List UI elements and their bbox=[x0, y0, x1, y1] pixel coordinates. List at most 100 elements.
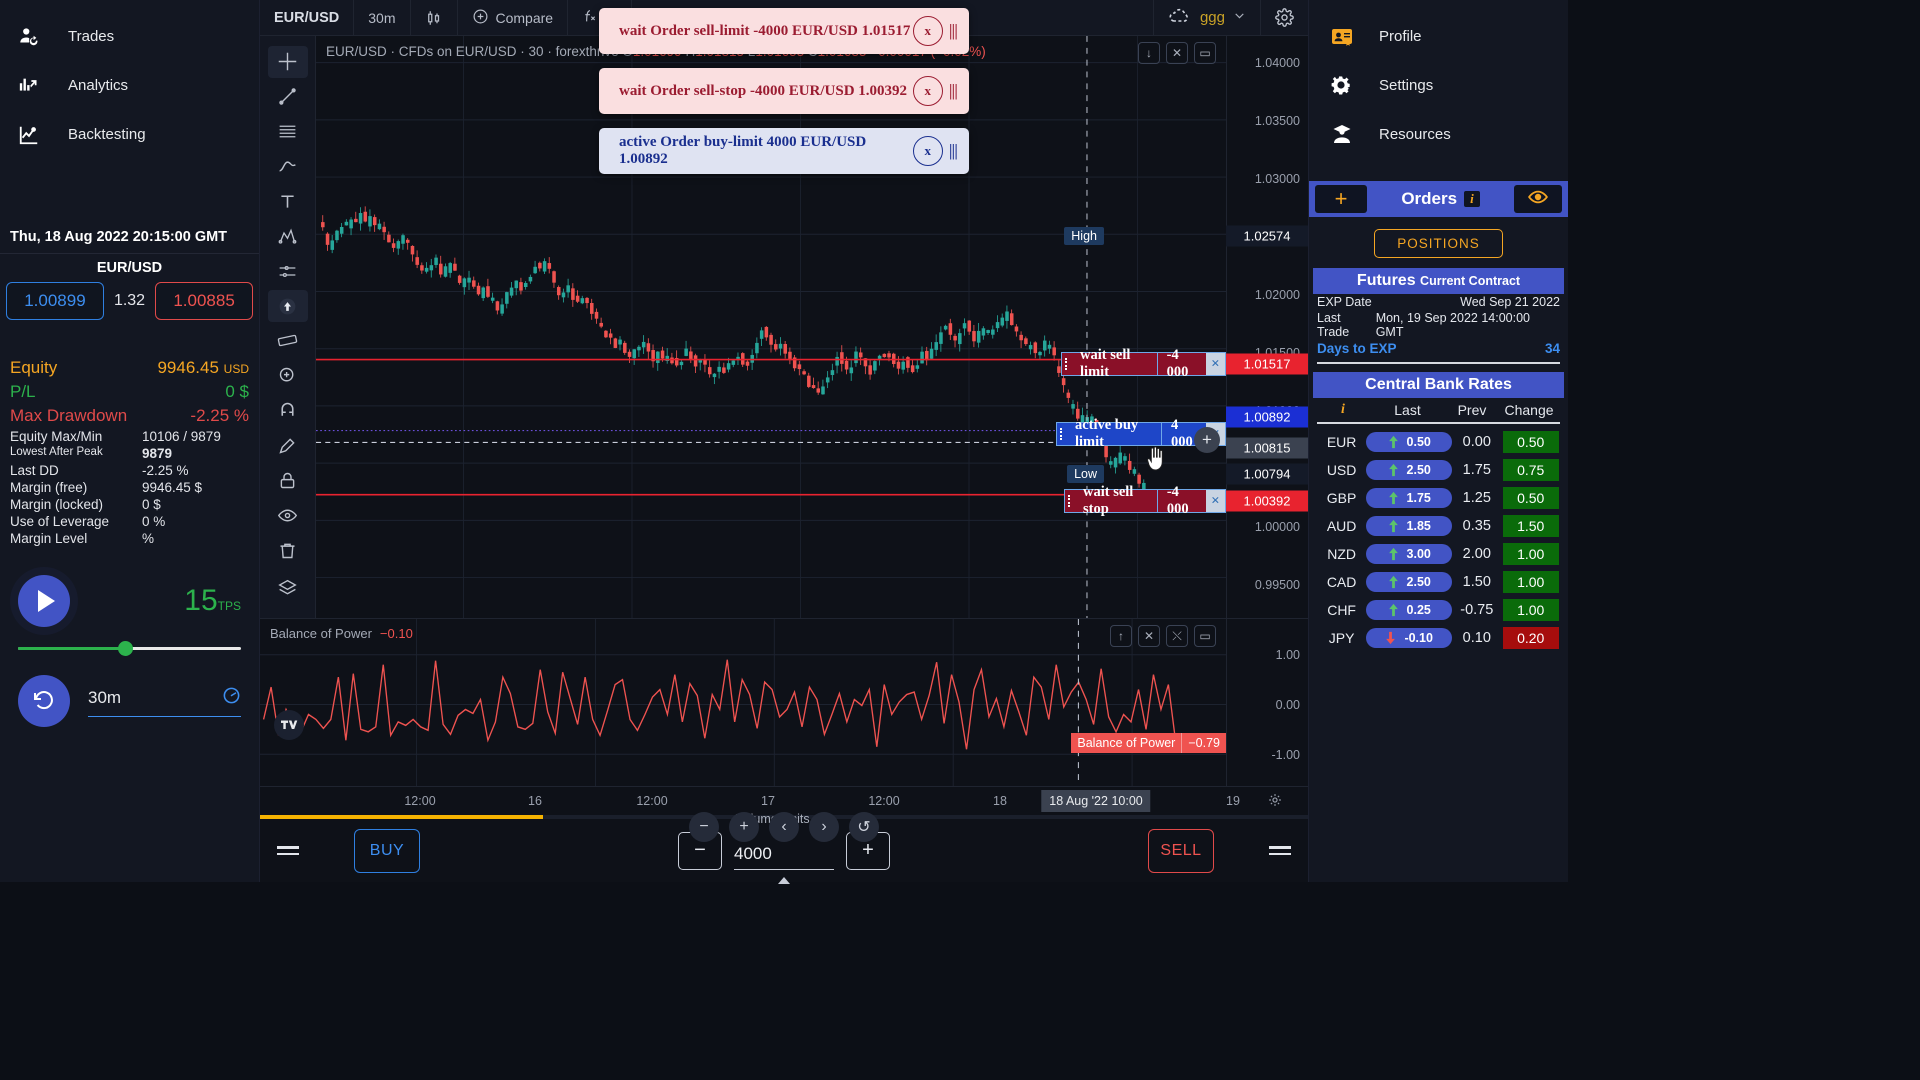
column-change: Change bbox=[1504, 402, 1554, 418]
sidebar-item-resources[interactable]: Resources bbox=[1309, 110, 1568, 159]
collapse-icon[interactable]: ⤬ bbox=[1166, 625, 1188, 647]
arrow-up-tool-icon[interactable] bbox=[267, 290, 308, 322]
drag-handle-icon[interactable] bbox=[1062, 353, 1070, 375]
positions-button[interactable]: POSITIONS bbox=[1374, 229, 1503, 258]
toolbar-right: ggg bbox=[1152, 0, 1308, 36]
legend-interval: 30 bbox=[528, 44, 544, 59]
compare-button[interactable]: Compare bbox=[458, 0, 569, 36]
tradingview-logo[interactable] bbox=[274, 710, 304, 740]
left-menu-icon[interactable] bbox=[260, 846, 316, 855]
time-axis-settings-icon[interactable] bbox=[1268, 793, 1282, 812]
drag-handle-icon[interactable] bbox=[1057, 423, 1065, 445]
cancel-order-icon[interactable]: × bbox=[1205, 490, 1225, 512]
toolbar-symbol[interactable]: EUR/USD bbox=[260, 0, 355, 36]
scroll-left-button[interactable]: ‹ bbox=[769, 812, 799, 842]
measure-tool-icon[interactable] bbox=[268, 325, 308, 357]
price-tick: 1.02000 bbox=[1254, 288, 1300, 302]
toggle-orders-visibility-button[interactable] bbox=[1514, 185, 1562, 213]
crosshair-tool-icon[interactable] bbox=[267, 46, 308, 78]
magnet-tool-icon[interactable] bbox=[268, 395, 308, 427]
right-menu-icon[interactable] bbox=[1252, 846, 1308, 855]
last-rate-cell: 3.00 bbox=[1366, 543, 1453, 564]
patterns-tool-icon[interactable] bbox=[268, 220, 308, 252]
drag-handle-icon[interactable]: ||| bbox=[949, 21, 958, 41]
toast-text: active Order buy-limit 4000 EUR/USD 1.00… bbox=[619, 134, 867, 167]
equity-value: 9946.45 USD bbox=[157, 358, 249, 377]
trading-app: Trades Analytics Backtesting Thu, 18 Aug… bbox=[0, 0, 1568, 884]
drawing-toolbar bbox=[260, 36, 316, 618]
ask-price[interactable]: 1.00885 bbox=[155, 282, 254, 320]
line-chart-icon bbox=[12, 124, 46, 146]
sidebar-item-profile[interactable]: Profile bbox=[1309, 12, 1568, 61]
bid-price[interactable]: 1.00899 bbox=[5, 282, 104, 320]
order-tag-sell-stop[interactable]: wait sell stop -4 000 × bbox=[1064, 484, 1226, 517]
buy-button[interactable]: BUY bbox=[354, 828, 420, 873]
brush-tool-icon[interactable] bbox=[268, 151, 308, 183]
prev-rate-cell: 1.25 bbox=[1462, 489, 1491, 506]
hide-indicator-icon[interactable]: ✕ bbox=[1138, 625, 1160, 647]
volume-input[interactable] bbox=[734, 843, 834, 870]
maximize-pane-icon[interactable]: ▭ bbox=[1194, 625, 1216, 647]
balance-of-power-plot[interactable]: Balance of Power −0.10 ↑ ✕ ⤬ ▭ Balance o… bbox=[260, 619, 1226, 786]
arrow-up-icon bbox=[1388, 547, 1398, 560]
reset-button[interactable] bbox=[18, 675, 70, 727]
zoom-in-button[interactable]: + bbox=[729, 812, 759, 842]
sidebar-item-label: Trades bbox=[68, 28, 115, 45]
close-icon[interactable]: x bbox=[912, 16, 943, 46]
reset-chart-button[interactable]: ↺ bbox=[849, 812, 879, 842]
drag-handle-icon[interactable]: ||| bbox=[949, 81, 958, 101]
spread-value: 1.32 bbox=[113, 292, 146, 309]
forecast-tool-icon[interactable] bbox=[268, 255, 308, 287]
trend-line-tool-icon[interactable] bbox=[268, 81, 308, 113]
add-order-handle[interactable]: + bbox=[1194, 427, 1220, 453]
play-button[interactable] bbox=[18, 575, 70, 627]
drag-handle-icon[interactable]: ||| bbox=[949, 141, 958, 161]
zoom-tool-icon[interactable] bbox=[268, 360, 308, 392]
slider-thumb[interactable] bbox=[118, 641, 133, 656]
user-menu[interactable]: ggg bbox=[1152, 0, 1260, 36]
timeframe-selector[interactable]: 30m bbox=[88, 686, 241, 717]
add-order-button[interactable]: + bbox=[1315, 185, 1367, 213]
last-rate-cell: 2.50 bbox=[1366, 571, 1453, 592]
quote-row: 1.00899 1.32 1.00885 bbox=[0, 280, 259, 320]
sidebar-item-trades[interactable]: Trades bbox=[0, 12, 259, 61]
futures-exp-date-value: Wed Sep 21 2022 bbox=[1460, 295, 1560, 309]
cancel-order-icon[interactable]: × bbox=[1205, 353, 1225, 375]
candlestick-icon[interactable] bbox=[411, 0, 458, 36]
futures-last-trade-value: Mon, 19 Sep 2022 14:00:00 GMT bbox=[1375, 311, 1530, 339]
drag-handle-icon[interactable] bbox=[1065, 490, 1073, 512]
fib-retracement-tool-icon[interactable] bbox=[268, 116, 308, 148]
lock-tool-icon[interactable] bbox=[268, 465, 308, 497]
order-tag-sell-limit[interactable]: wait sell limit -4 000 × bbox=[1061, 347, 1226, 380]
notification-stack: wait Order sell-limit -4000 EUR/USD 1.01… bbox=[599, 8, 969, 174]
hide-drawings-icon[interactable] bbox=[268, 499, 308, 531]
collapse-icon[interactable]: ✕ bbox=[1166, 42, 1188, 64]
stay-in-drawing-mode-icon[interactable] bbox=[268, 430, 308, 462]
layers-icon[interactable] bbox=[268, 572, 308, 604]
price-badge-current: 1.00815 bbox=[1226, 437, 1308, 459]
speed-slider[interactable] bbox=[0, 627, 259, 656]
indicator-scale[interactable]: 1.00 0.00 -1.00 bbox=[1226, 619, 1308, 786]
text-tool-icon[interactable] bbox=[268, 186, 308, 218]
sidebar-item-analytics[interactable]: Analytics bbox=[0, 61, 259, 110]
move-up-icon[interactable]: ↑ bbox=[1110, 625, 1132, 647]
sidebar-item-backtesting[interactable]: Backtesting bbox=[0, 110, 259, 159]
equity-label: Equity bbox=[10, 358, 58, 377]
settings-gear-button[interactable] bbox=[1260, 0, 1308, 36]
price-scale[interactable]: 1.04000 1.03500 1.03000 1.02500 1.02000 … bbox=[1226, 36, 1308, 618]
info-icon[interactable]: i bbox=[1464, 191, 1480, 207]
info-icon[interactable]: i bbox=[1317, 402, 1369, 418]
divider bbox=[1317, 422, 1560, 424]
move-down-icon[interactable]: ↓ bbox=[1138, 42, 1160, 64]
maximize-pane-icon[interactable]: ▭ bbox=[1194, 42, 1216, 64]
close-icon[interactable]: x bbox=[912, 136, 943, 166]
toolbar-interval[interactable]: 30m bbox=[354, 0, 411, 36]
sidebar-item-settings[interactable]: Settings bbox=[1309, 61, 1568, 110]
pl-value: 0 $ bbox=[225, 382, 249, 401]
sell-button[interactable]: SELL bbox=[1148, 828, 1214, 873]
zoom-out-button[interactable]: − bbox=[689, 812, 719, 842]
close-icon[interactable]: x bbox=[912, 76, 943, 106]
remove-drawings-icon[interactable] bbox=[268, 534, 308, 566]
scroll-right-button[interactable]: › bbox=[809, 812, 839, 842]
chart-pane-controls: ↓ ✕ ▭ bbox=[1138, 42, 1216, 64]
